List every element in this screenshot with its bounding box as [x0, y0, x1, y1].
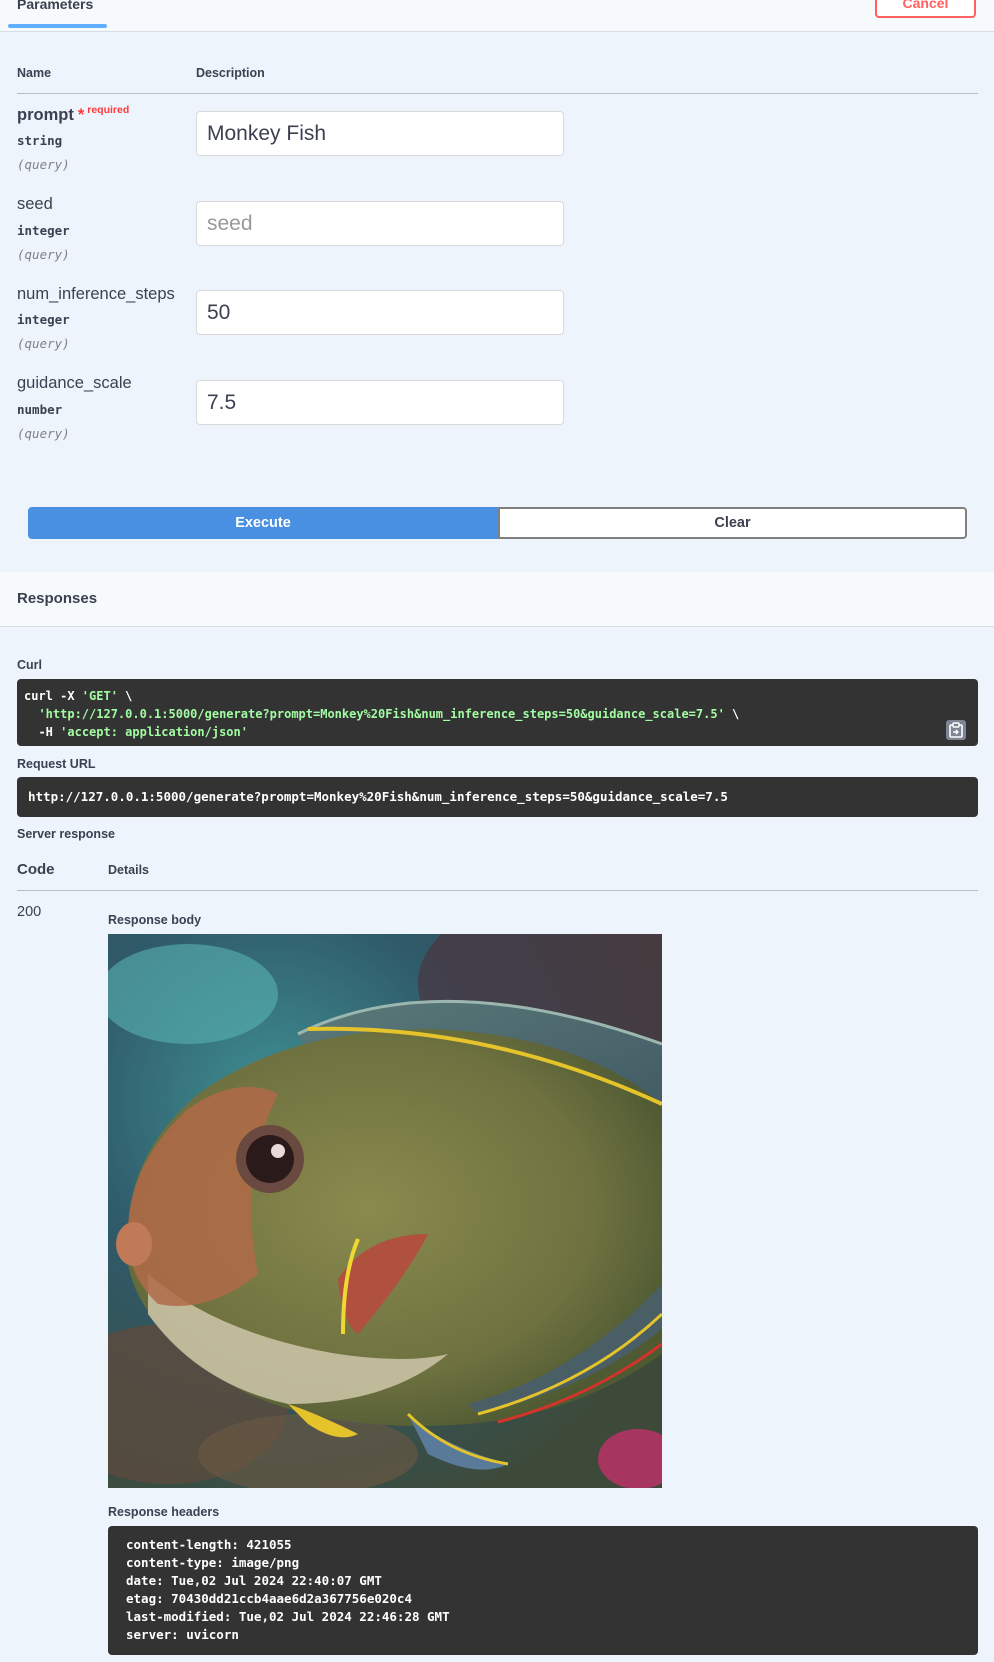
param-type: integer [17, 223, 70, 238]
param-location: (query) [17, 336, 70, 351]
curl-text: \ [724, 707, 740, 721]
header-divider [17, 93, 978, 94]
curl-label: Curl [17, 658, 42, 672]
curl-text: -H [38, 725, 61, 739]
response-header-line: last-modified: Tue,02 Jul 2024 22:46:28 … [126, 1609, 450, 1624]
request-url-block[interactable]: http://127.0.0.1:5000/generate?prompt=Mo… [17, 777, 978, 817]
param-name-prompt: prompt * required [17, 104, 130, 125]
execute-button[interactable]: Execute [28, 507, 498, 539]
request-url-label: Request URL [17, 757, 96, 771]
param-type: string [17, 133, 63, 148]
status-code: 200 [17, 904, 42, 920]
response-header-line: content-length: 421055 [126, 1537, 292, 1552]
code-column-header: Code [17, 861, 55, 878]
server-response-label: Server response [17, 827, 115, 841]
prompt-input[interactable] [196, 111, 564, 156]
response-headers-block[interactable]: content-length: 421055 content-type: ima… [108, 1526, 978, 1655]
required-star: * [77, 106, 85, 124]
responses-header: Responses [0, 572, 994, 627]
param-name-guidance-scale: guidance_scale [17, 374, 132, 392]
required-label: required [87, 104, 130, 116]
curl-url: 'http://127.0.0.1:5000/generate?prompt=M… [38, 707, 725, 721]
param-type: integer [17, 312, 70, 327]
curl-method: 'GET' [81, 689, 118, 703]
curl-code-block[interactable]: curl -X 'GET' \ 'http://127.0.0.1:5000/g… [17, 679, 978, 746]
column-header-name: Name [17, 66, 52, 80]
column-header-description: Description [196, 66, 265, 80]
top-bar: Parameters Cancel [0, 0, 994, 32]
num-inference-steps-input[interactable] [196, 290, 564, 335]
param-location: (query) [17, 157, 70, 172]
responses-title: Responses [17, 590, 98, 607]
response-header-line: content-type: image/png [126, 1555, 300, 1570]
clipboard-copy-icon[interactable] [946, 720, 966, 740]
tab-active-indicator [8, 24, 107, 28]
curl-header: 'accept: application/json' [60, 725, 248, 739]
response-headers-label: Response headers [108, 1505, 220, 1519]
param-location: (query) [17, 247, 70, 262]
details-column-header: Details [108, 863, 149, 877]
curl-text: curl -X [24, 689, 82, 703]
guidance-scale-input[interactable] [196, 380, 564, 425]
param-location: (query) [17, 426, 70, 441]
response-image [108, 934, 662, 1488]
cancel-button[interactable]: Cancel [875, 0, 976, 18]
tab-parameters[interactable]: Parameters [17, 0, 93, 12]
seed-input[interactable] [196, 201, 564, 246]
param-name-seed: seed [17, 195, 53, 213]
response-header-line: date: Tue,02 Jul 2024 22:40:07 GMT [126, 1573, 382, 1588]
param-name-num-inference-steps: num_inference_steps [17, 285, 175, 303]
param-name-text: prompt [17, 106, 74, 124]
param-type: number [17, 402, 63, 417]
response-divider [17, 890, 978, 891]
clear-button[interactable]: Clear [498, 507, 967, 539]
curl-text: \ [117, 689, 133, 703]
response-header-line: etag: 70430dd21ccb4aae6d2a367756e020c4 [126, 1591, 412, 1606]
response-header-line: server: uvicorn [126, 1627, 239, 1642]
response-body-label: Response body [108, 913, 202, 927]
